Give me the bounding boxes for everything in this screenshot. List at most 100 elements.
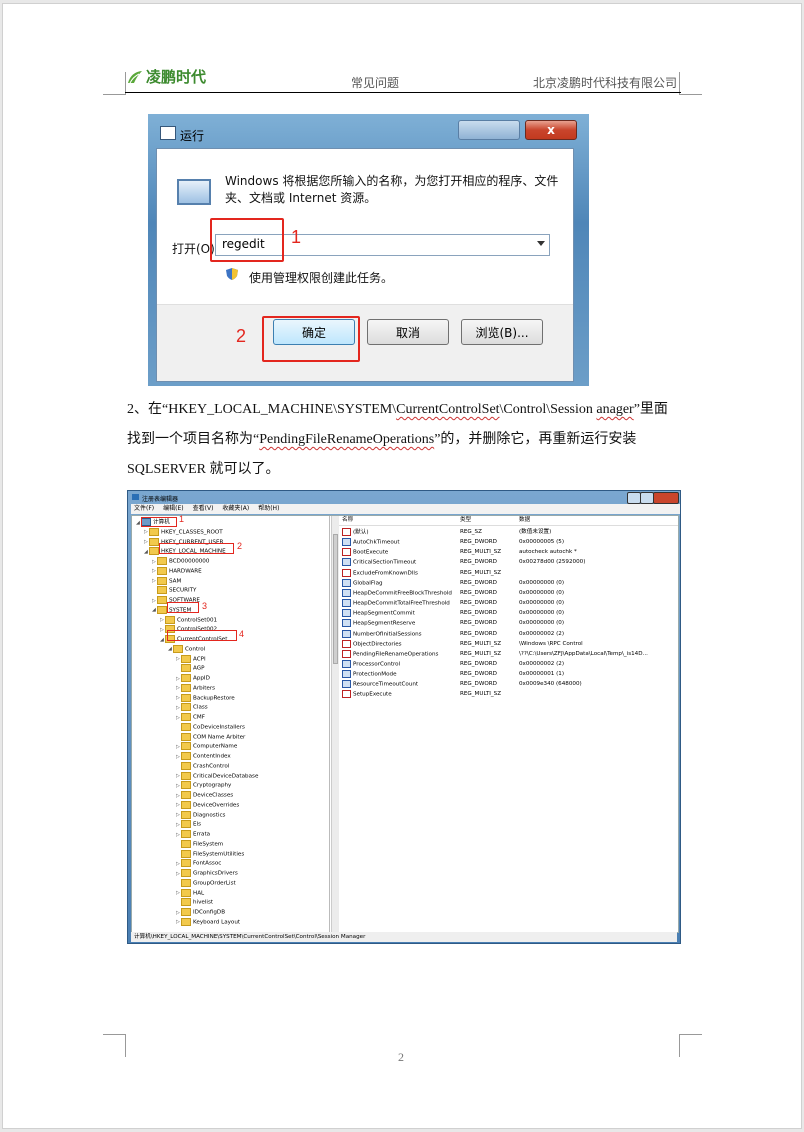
scrollbar-thumb[interactable] xyxy=(333,534,338,664)
column-name[interactable]: 名称 xyxy=(342,516,353,525)
tree-node-label: SECURITY xyxy=(169,587,197,594)
highlight-system xyxy=(167,602,199,613)
value-name: ProcessorControl xyxy=(342,659,400,670)
value-name: SetupExecute xyxy=(342,690,392,700)
tree-node[interactable]: ▷ HARDWARE xyxy=(152,566,202,576)
tree-node[interactable]: ▷ ComputerName xyxy=(176,742,237,751)
tree-node-label: CriticalDeviceDatabase xyxy=(193,773,259,779)
menu-item[interactable]: 帮助(H) xyxy=(258,504,279,514)
value-name-text: ProtectionMode xyxy=(353,671,397,678)
logo-leaf-icon xyxy=(128,70,142,83)
tree-node[interactable]: ▷ BackupRestore xyxy=(176,693,235,703)
folder-icon xyxy=(173,644,183,653)
folder-icon xyxy=(157,557,167,565)
tree-node[interactable]: ▷ SAM xyxy=(152,576,181,586)
tree-node[interactable]: ▷ GraphicsDrivers xyxy=(176,869,238,878)
menu-item[interactable]: 收藏夹(A) xyxy=(222,504,249,514)
folder-icon xyxy=(181,674,191,682)
value-data: autocheck autochk * xyxy=(519,549,577,556)
tree-scrollbar[interactable] xyxy=(331,516,339,932)
menu-bar: 文件(F) 编辑(E) 查看(V) 收藏夹(A) 帮助(H) xyxy=(131,504,680,514)
cancel-button[interactable]: 取消 xyxy=(367,319,449,345)
tree-node[interactable]: AGP xyxy=(176,664,204,673)
run-dialog-title: 运行 xyxy=(180,129,205,143)
company-logo: 凌鹏时代 xyxy=(127,66,206,87)
close-button[interactable]: x xyxy=(525,120,577,140)
tree-node[interactable]: FileSystemUtilities xyxy=(176,849,244,859)
tree-node-label: FontAssoc xyxy=(193,860,222,867)
folder-icon xyxy=(181,888,191,897)
tree-node[interactable]: hivelist xyxy=(176,898,213,907)
browse-button[interactable]: 浏览(B)... xyxy=(461,319,543,345)
tree-node[interactable]: ▷ Keyboard Layout xyxy=(176,917,240,927)
menu-item[interactable]: 文件(F) xyxy=(134,504,154,514)
folder-icon xyxy=(181,761,191,770)
tree-node[interactable]: ▷ AppID xyxy=(176,674,210,683)
tree-node[interactable]: ▷ CriticalDeviceDatabase xyxy=(176,771,259,781)
folder-icon xyxy=(149,547,159,556)
tree-node[interactable]: ▷ HAL xyxy=(176,888,204,898)
tree-node-label: ContentIndex xyxy=(193,753,231,760)
tree-node[interactable]: ▷ ACPI xyxy=(176,654,206,664)
tree-node[interactable]: CoDeviceInstallers xyxy=(176,722,245,732)
tree-node[interactable]: FileSystem xyxy=(176,839,223,849)
tree-node[interactable]: ▷ ControlSet001 xyxy=(160,615,217,625)
tree-node[interactable]: ▷ FontAssoc xyxy=(176,859,221,868)
tree-node[interactable]: ◢ Control xyxy=(168,644,205,654)
tree-node[interactable]: ▷ Errata xyxy=(176,830,210,839)
maximize-button[interactable] xyxy=(640,492,654,504)
folder-icon xyxy=(165,615,175,624)
tree-node[interactable]: ▷ Class xyxy=(176,703,208,712)
tree-node[interactable]: ▷ Arbiters xyxy=(176,683,216,693)
tree-node[interactable]: ▷ CMF xyxy=(176,713,205,722)
tree-node[interactable]: ▷ IDConfigDB xyxy=(176,908,225,917)
value-data: 0x0009e340 (648000) xyxy=(519,681,582,688)
tree-node[interactable]: ▷ DeviceOverrides xyxy=(176,800,239,810)
tree-node[interactable]: ▷ Els xyxy=(176,820,201,829)
tree-node[interactable]: ▷ ContentIndex xyxy=(176,752,231,761)
tree-node-label: Errata xyxy=(193,831,211,838)
value-name-text: ObjectDirectories xyxy=(353,641,402,648)
text-run: 找到一个项目名称为“ xyxy=(127,432,260,447)
tree-node[interactable]: CrashControl xyxy=(176,761,229,771)
tree-node-label: GraphicsDrivers xyxy=(193,870,238,877)
margin-corner-top-right xyxy=(679,72,702,95)
value-type: REG_DWORD xyxy=(460,559,497,566)
value-data: 0x00000000 (0) xyxy=(519,579,565,586)
header-section-title: 常见问题 xyxy=(351,76,400,90)
document-page: 凌鹏时代 常见问题 北京凌鹏时代科技有限公司 运行 x Windows 将根据您… xyxy=(2,3,802,1129)
menu-item[interactable]: 查看(V) xyxy=(193,504,214,514)
tree-node-label: CoDeviceInstallers xyxy=(193,724,245,731)
step-marker-2: 2 xyxy=(236,326,247,346)
chevron-down-icon[interactable] xyxy=(537,241,545,246)
tree-node[interactable]: COM Name Arbiter xyxy=(176,732,246,742)
tree-node[interactable]: ▷ Cryptography xyxy=(176,781,231,790)
registry-title: 注册表编辑器 xyxy=(142,496,179,503)
value-name: NumberOfInitialSessions xyxy=(342,629,422,640)
binary-value-icon xyxy=(342,538,351,547)
folder-icon xyxy=(181,781,191,790)
value-type: REG_MULTI_SZ xyxy=(460,691,502,698)
menu-item[interactable]: 编辑(E) xyxy=(163,504,183,514)
tree-node[interactable]: GroupOrderList xyxy=(176,878,236,888)
tree-node[interactable]: SECURITY xyxy=(152,586,196,595)
column-type[interactable]: 类型 xyxy=(460,516,471,525)
text-run-misspelled: CurrentControlSet xyxy=(396,402,500,417)
value-name: ResourceTimeoutCount xyxy=(342,680,418,690)
tree-node[interactable]: ▷ HKEY_CLASSES_ROOT xyxy=(144,527,223,537)
tree-node[interactable]: ▷ BCD00000000 xyxy=(152,557,209,566)
tree-node[interactable]: ▷ DeviceClasses xyxy=(176,791,233,800)
tree-node-label: Arbiters xyxy=(193,685,216,692)
column-data[interactable]: 数据 xyxy=(519,516,530,525)
value-data: 0x00278d00 (2592000) xyxy=(519,559,586,566)
minimize-button[interactable] xyxy=(627,492,641,504)
step-marker-1: 1 xyxy=(291,227,302,247)
folder-icon xyxy=(181,713,191,721)
string-value-icon xyxy=(342,639,351,648)
tree-node-label: COM Name Arbiter xyxy=(193,734,246,740)
value-name: GlobalFlag xyxy=(342,578,383,589)
value-data: 0x00000000 (0) xyxy=(519,620,565,627)
value-type: REG_MULTI_SZ xyxy=(460,640,502,647)
tree-node[interactable]: ▷ Diagnostics xyxy=(176,810,225,820)
close-button[interactable] xyxy=(653,492,679,504)
